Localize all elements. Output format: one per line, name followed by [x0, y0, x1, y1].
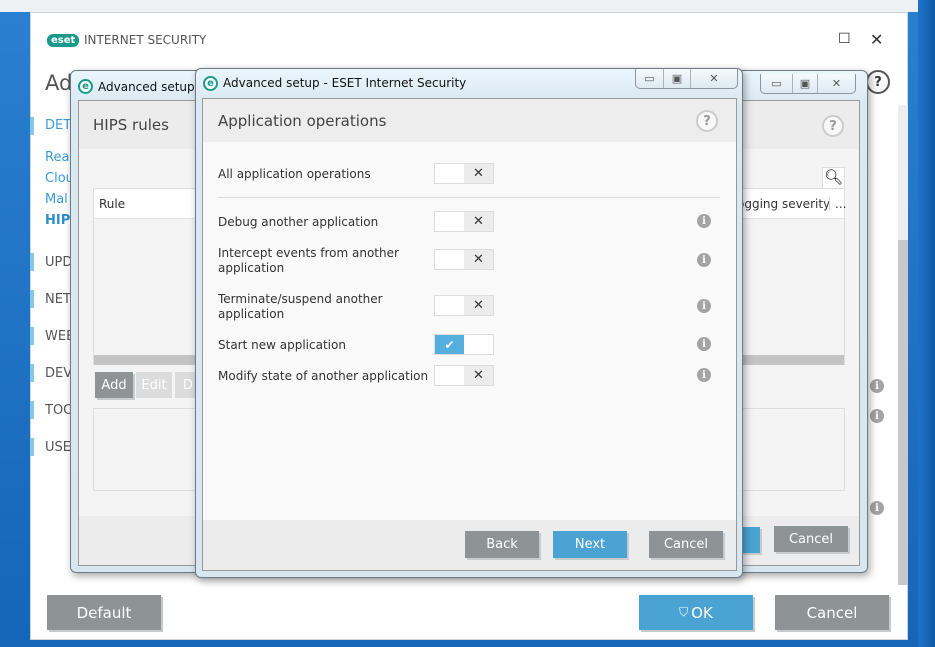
- info-icon[interactable]: i: [870, 501, 884, 515]
- modify-toggle[interactable]: ✕: [434, 365, 494, 386]
- info-icon[interactable]: i: [870, 409, 884, 423]
- nav-marker: [30, 438, 34, 456]
- col-logging-severity[interactable]: ogging severity: [737, 197, 830, 211]
- info-icon[interactable]: i: [697, 299, 711, 313]
- start-toggle[interactable]: ✔: [434, 334, 494, 355]
- window-controls: ▭ ▣ ✕: [760, 74, 856, 94]
- debug-toggle[interactable]: ✕: [434, 211, 494, 232]
- search-icon[interactable]: 🔍︎: [822, 167, 845, 189]
- info-icon[interactable]: i: [697, 337, 711, 351]
- all-operations-toggle[interactable]: ✕: [434, 163, 494, 184]
- nav-marker: [30, 290, 34, 308]
- app-title: INTERNET SECURITY: [84, 33, 207, 47]
- all-operations-label: All application operations: [218, 167, 371, 181]
- maximize-icon[interactable]: ☐: [838, 31, 851, 47]
- ok-button[interactable]: ⛉ OK: [639, 595, 753, 630]
- info-icon[interactable]: i: [697, 368, 711, 382]
- window-title: Advanced setup -: [98, 80, 203, 94]
- cancel-button[interactable]: Cancel: [775, 595, 889, 630]
- info-icon[interactable]: i: [697, 253, 711, 267]
- nav-marker: [30, 327, 34, 345]
- dialog-heading: Application operations: [218, 112, 387, 130]
- info-icon[interactable]: i: [870, 379, 884, 393]
- minimize-icon[interactable]: ▭: [636, 69, 664, 88]
- x-icon: ✕: [464, 164, 493, 183]
- help-icon[interactable]: ?: [696, 110, 718, 132]
- nav-marker: [30, 401, 34, 419]
- desktop-top: [0, 0, 935, 12]
- ok-label: OK: [691, 603, 713, 622]
- row-label-modify: Modify state of another application: [218, 369, 429, 383]
- divider: [218, 197, 720, 198]
- maximize-icon[interactable]: ▣: [664, 69, 691, 88]
- default-button[interactable]: Default: [47, 595, 161, 630]
- intercept-toggle[interactable]: ✕: [434, 249, 494, 270]
- nav-marker: [30, 364, 34, 382]
- window-controls: ▭ ▣ ✕: [635, 69, 738, 89]
- close-icon[interactable]: ✕: [818, 74, 855, 93]
- row-label-start: Start new application: [218, 338, 346, 352]
- nav-item-user[interactable]: USE: [45, 440, 71, 455]
- back-button[interactable]: Back: [465, 531, 539, 558]
- x-icon: ✕: [464, 296, 493, 315]
- col-rule[interactable]: Rule: [99, 197, 125, 211]
- nav-item-realtime[interactable]: Real: [45, 150, 73, 165]
- add-button[interactable]: Add: [95, 372, 133, 398]
- row-label-terminate: Terminate/suspend another application: [218, 292, 383, 321]
- eset-icon: e: [78, 79, 93, 94]
- dialog-cancel-button[interactable]: Cancel: [649, 531, 723, 558]
- info-icon[interactable]: i: [697, 214, 711, 228]
- desktop-background: [918, 0, 935, 647]
- edit-button[interactable]: Edit: [136, 372, 172, 398]
- nav-item-update[interactable]: UPD: [45, 255, 72, 270]
- check-icon: ✔: [435, 335, 464, 354]
- nav-marker: [30, 117, 34, 135]
- nav-item-device[interactable]: DEV: [45, 366, 72, 381]
- nav-item-detection[interactable]: DET: [45, 118, 71, 133]
- help-icon[interactable]: ?: [822, 115, 844, 137]
- row-label-intercept: Intercept events from another applicatio…: [218, 246, 399, 275]
- hips-cancel-button[interactable]: Cancel: [774, 526, 848, 552]
- x-icon: ✕: [464, 250, 493, 269]
- hips-heading: HIPS rules: [93, 116, 169, 134]
- x-icon: ✕: [464, 366, 493, 385]
- eset-logo: eset: [47, 34, 80, 47]
- shield-icon: ⛉: [679, 605, 689, 619]
- row-label-debug: Debug another application: [218, 215, 379, 229]
- eset-icon: e: [203, 76, 218, 91]
- delete-button[interactable]: D: [175, 372, 195, 398]
- terminate-toggle[interactable]: ✕: [434, 295, 494, 316]
- window-title: Advanced setup - ESET Internet Security: [223, 76, 467, 90]
- help-icon[interactable]: ?: [866, 70, 890, 94]
- nav-item-network[interactable]: NET: [45, 292, 71, 307]
- maximize-icon[interactable]: ▣: [793, 74, 818, 93]
- scrollbar[interactable]: [898, 105, 908, 585]
- minimize-icon[interactable]: ▭: [761, 74, 793, 93]
- next-button[interactable]: Next: [553, 531, 627, 558]
- nav-item-malware[interactable]: Mal: [45, 192, 68, 207]
- nav-marker: [30, 253, 34, 271]
- x-icon: ✕: [464, 212, 493, 231]
- ok-button[interactable]: [740, 527, 760, 553]
- close-icon[interactable]: ✕: [870, 30, 883, 49]
- col-more[interactable]: ...: [829, 197, 846, 211]
- page-title: Ad: [45, 71, 73, 95]
- close-icon[interactable]: ✕: [691, 69, 737, 88]
